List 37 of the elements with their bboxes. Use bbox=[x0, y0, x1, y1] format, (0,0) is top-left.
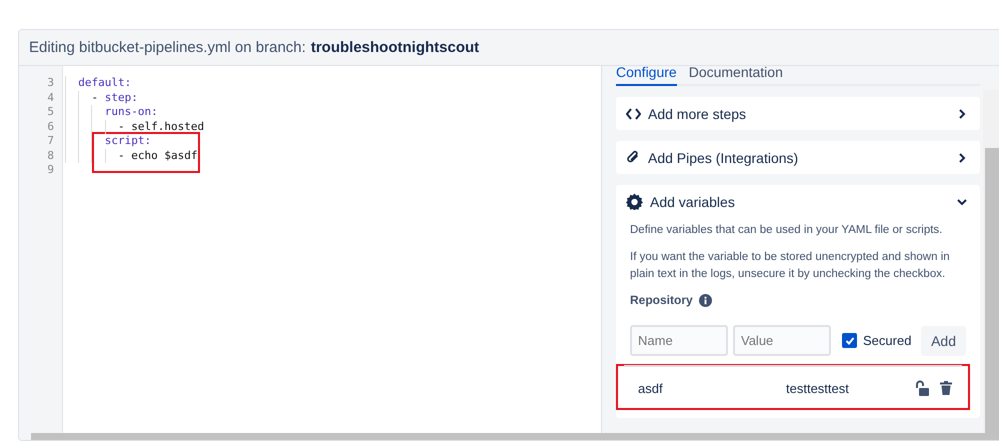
line-number: 7 bbox=[46, 134, 55, 148]
line-number: 8 bbox=[46, 148, 55, 163]
code-line: - echo $asdf bbox=[65, 148, 196, 163]
paperclip-icon bbox=[626, 150, 641, 165]
code-icon bbox=[626, 108, 641, 120]
info-icon bbox=[698, 294, 712, 306]
code-line: - self.hosted bbox=[65, 120, 601, 134]
section-header[interactable]: Add more steps bbox=[616, 97, 980, 130]
code-line: - step: bbox=[65, 90, 601, 105]
code-line: runs-on: bbox=[65, 105, 601, 120]
unlocked-padlock-icon[interactable] bbox=[915, 380, 930, 396]
editor-title: Editing bitbucket-pipelines.yml on branch: bbox=[29, 39, 306, 56]
section-header[interactable]: Add variables bbox=[616, 185, 980, 218]
variable-name: asdf bbox=[637, 380, 664, 396]
panel-tab[interactable]: Documentation bbox=[688, 64, 783, 86]
code-line: script: bbox=[65, 134, 196, 148]
section-header[interactable]: Add Pipes (Integrations) bbox=[616, 141, 980, 174]
code-line: default: bbox=[65, 76, 601, 90]
add-button[interactable]: Add bbox=[921, 326, 966, 356]
line-number: 6 bbox=[46, 120, 55, 134]
line-number: 9 bbox=[46, 163, 55, 178]
checkbox-label: Secured bbox=[863, 333, 912, 348]
name-field[interactable]: Name bbox=[630, 325, 728, 356]
panel-tab[interactable]: Configure bbox=[616, 64, 677, 86]
checkmark-icon bbox=[844, 336, 854, 346]
gear-icon bbox=[626, 193, 643, 210]
line-number: 5 bbox=[46, 105, 55, 120]
trash-icon[interactable] bbox=[940, 381, 952, 395]
variable-value: testtesttest bbox=[786, 380, 850, 396]
line-number: 4 bbox=[46, 90, 55, 105]
branch-name: troubleshootnightscout bbox=[310, 39, 480, 56]
help-text: If you want the variable to be stored unencrypted and shown in plain text in the logs, unsecure it by unchecking the checkbox. bbox=[630, 250, 951, 282]
help-text: Define variables that can be used in your YAML file or scripts. bbox=[630, 223, 944, 238]
line-number: 3 bbox=[46, 76, 55, 90]
section-subheading: Repository bbox=[630, 293, 693, 307]
secured-checkbox[interactable] bbox=[842, 333, 857, 348]
value-field[interactable]: Value bbox=[733, 325, 831, 356]
